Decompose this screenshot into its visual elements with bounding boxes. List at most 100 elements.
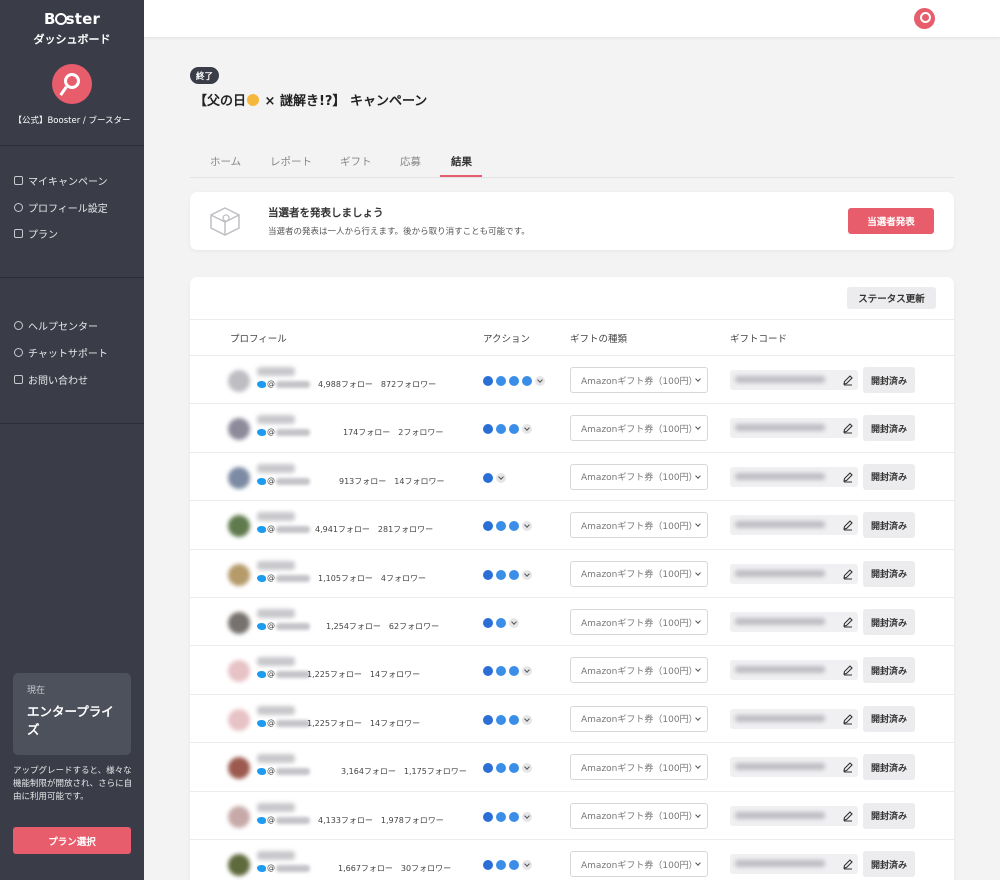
gift-code-field[interactable] — [730, 563, 858, 584]
gift-code-field[interactable] — [730, 612, 858, 632]
edit-icon[interactable] — [842, 471, 854, 483]
announce-description: 当選者の発表は一人から行えます。後から取り消すことも可能です。 — [268, 227, 530, 237]
action-icon — [496, 666, 506, 677]
sidebar-item-help-center[interactable]: ヘルプセンター — [14, 318, 98, 333]
edit-icon[interactable] — [842, 568, 854, 580]
sidebar-item-chat-support[interactable]: チャットサポート — [14, 345, 108, 360]
sidebar-divider — [0, 423, 144, 424]
participant-avatar[interactable] — [228, 854, 250, 876]
opened-status-button[interactable]: 開封済み — [863, 512, 915, 539]
opened-status-button[interactable]: 開封済み — [863, 705, 915, 732]
brand-logo[interactable]: Bster — [0, 0, 144, 28]
participant-avatar[interactable] — [228, 612, 250, 634]
gift-code-field[interactable] — [730, 708, 858, 729]
gift-code-field[interactable] — [730, 805, 858, 826]
tab-report[interactable]: レポート — [270, 154, 312, 169]
gift-type-select[interactable]: Amazonギフト券（100円） — [570, 512, 708, 539]
gift-type-select[interactable]: Amazonギフト券（100円） — [570, 367, 708, 393]
chevron-down-icon[interactable] — [522, 569, 532, 580]
sidebar-item-profile-settings[interactable]: プロフィール設定 — [14, 200, 108, 215]
chevron-down-icon[interactable] — [522, 860, 532, 870]
user-avatar[interactable] — [914, 8, 935, 29]
chevron-down-icon[interactable] — [522, 666, 532, 677]
participant-avatar[interactable] — [228, 466, 250, 489]
twitter-icon — [257, 816, 266, 824]
edit-icon[interactable] — [842, 713, 854, 725]
plan-select-button[interactable]: プラン選択 — [13, 827, 131, 854]
edit-icon[interactable] — [842, 761, 854, 773]
participant-avatar[interactable] — [228, 757, 250, 780]
gift-type-select[interactable]: Amazonギフト券（100円） — [570, 463, 708, 490]
opened-status-button[interactable]: 開封済み — [863, 367, 915, 393]
opened-status-button[interactable]: 開封済み — [863, 851, 915, 877]
status-update-button[interactable]: ステータス更新 — [847, 287, 936, 309]
table-divider — [190, 319, 954, 320]
opened-status-button[interactable]: 開封済み — [863, 802, 915, 829]
tab-results[interactable]: 結果 — [451, 154, 472, 169]
sidebar-item-plan[interactable]: プラン — [14, 226, 58, 241]
dropdown-arrow-icon — [695, 569, 701, 576]
twitter-icon — [257, 574, 266, 582]
chevron-down-icon[interactable] — [509, 618, 519, 628]
participant-avatar[interactable] — [228, 370, 250, 392]
gift-code-field[interactable] — [730, 418, 858, 439]
gift-code-field[interactable] — [730, 660, 858, 681]
edit-icon[interactable] — [842, 374, 854, 386]
account-avatar[interactable] — [52, 64, 92, 104]
action-icons — [483, 860, 532, 870]
participant-avatar[interactable] — [228, 805, 250, 828]
handle-prefix: @ — [267, 669, 275, 679]
chevron-down-icon[interactable] — [522, 763, 532, 774]
chevron-down-icon[interactable] — [522, 424, 532, 435]
gift-code-field[interactable] — [730, 515, 858, 536]
gift-type-select[interactable]: Amazonギフト券（100円） — [570, 609, 708, 635]
opened-status-button[interactable]: 開封済み — [863, 415, 915, 442]
chevron-down-icon[interactable] — [496, 472, 506, 483]
gift-type-select[interactable]: Amazonギフト券（100円） — [570, 754, 708, 781]
edit-icon[interactable] — [842, 858, 854, 870]
gift-type-select[interactable]: Amazonギフト券（100円） — [570, 415, 708, 442]
announce-winners-button[interactable]: 当選者発表 — [848, 208, 934, 234]
sidebar-divider — [0, 145, 144, 146]
edit-icon[interactable] — [842, 422, 854, 434]
participant-name — [257, 802, 295, 812]
participant-avatar[interactable] — [228, 515, 250, 538]
edit-icon[interactable] — [842, 616, 854, 628]
top-bar — [144, 0, 1000, 37]
edit-icon[interactable] — [842, 810, 854, 822]
chevron-down-icon[interactable] — [535, 376, 545, 386]
tab-gift[interactable]: ギフト — [340, 154, 372, 169]
tab-home[interactable]: ホーム — [210, 154, 241, 169]
participant-handle — [276, 719, 310, 727]
participant-avatar[interactable] — [228, 418, 250, 441]
action-icon — [509, 424, 519, 435]
edit-icon[interactable] — [842, 664, 854, 676]
current-plan-box: 現在 エンタープライズ — [13, 673, 131, 755]
opened-status-button[interactable]: 開封済み — [863, 463, 915, 490]
edit-icon[interactable] — [842, 519, 854, 531]
dropdown-arrow-icon — [695, 811, 701, 818]
opened-status-button[interactable]: 開封済み — [863, 657, 915, 684]
gift-type-select[interactable]: Amazonギフト券（100円） — [570, 560, 708, 587]
participant-avatar[interactable] — [228, 563, 250, 586]
opened-status-button[interactable]: 開封済み — [863, 560, 915, 587]
opened-status-button[interactable]: 開封済み — [863, 754, 915, 781]
gift-type-select[interactable]: Amazonギフト券（100円） — [570, 802, 708, 829]
participant-avatar[interactable] — [228, 708, 250, 731]
tab-entries[interactable]: 応募 — [400, 154, 421, 169]
chevron-down-icon[interactable] — [522, 714, 532, 725]
gift-code-field[interactable] — [730, 757, 858, 778]
chevron-down-icon[interactable] — [522, 521, 532, 532]
gift-type-select[interactable]: Amazonギフト券（100円） — [570, 705, 708, 732]
gift-code-field[interactable] — [730, 466, 858, 487]
handle-prefix: @ — [267, 524, 275, 534]
participant-avatar[interactable] — [228, 660, 250, 683]
gift-code-field[interactable] — [730, 370, 858, 390]
chevron-down-icon[interactable] — [522, 811, 532, 822]
opened-status-button[interactable]: 開封済み — [863, 609, 915, 635]
gift-type-select[interactable]: Amazonギフト券（100円） — [570, 851, 708, 877]
gift-code-field[interactable] — [730, 854, 858, 874]
sidebar-item-my-campaigns[interactable]: マイキャンペーン — [14, 173, 108, 188]
gift-type-select[interactable]: Amazonギフト券（100円） — [570, 657, 708, 684]
sidebar-item-contact[interactable]: お問い合わせ — [14, 372, 88, 387]
